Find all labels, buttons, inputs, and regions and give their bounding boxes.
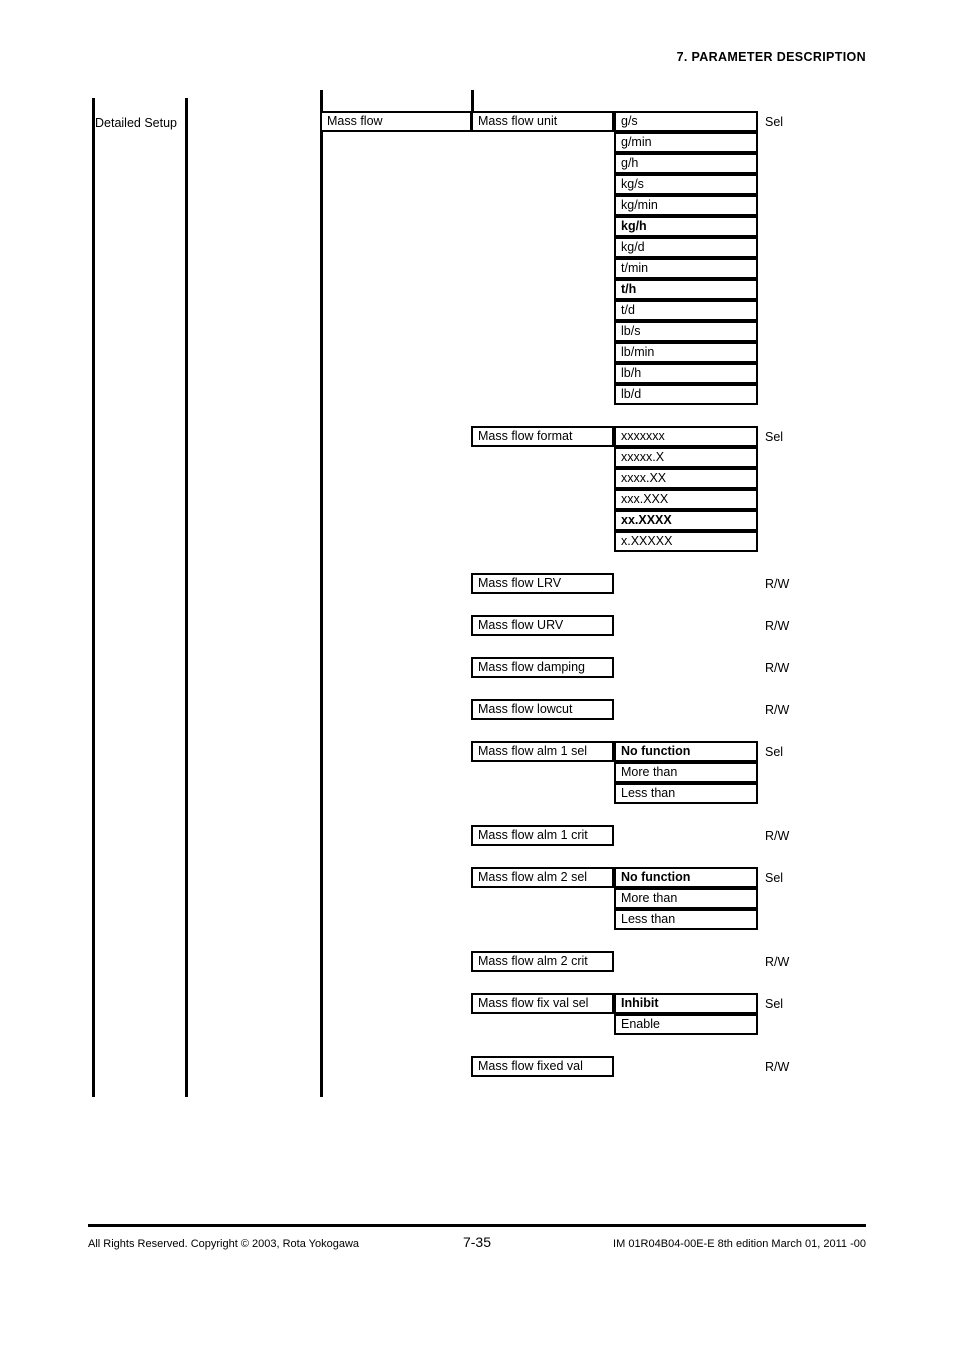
tree-rail-level2	[185, 98, 188, 1097]
access-type-mass-flow-alm-1-sel: Sel	[765, 745, 784, 759]
parameter-name-mass-flow-alm-1-sel: Mass flow alm 1 sel	[471, 741, 614, 762]
parameter-name-mass-flow-lowcut: Mass flow lowcut	[471, 699, 614, 720]
access-type-mass-flow-lrv: R/W	[765, 577, 790, 591]
option-mass-flow-format-xxxx-xx: xxxx.XX	[614, 468, 758, 489]
option-mass-flow-unit-kg-s: kg/s	[614, 174, 758, 195]
option-mass-flow-alm-1-sel-less-than: Less than	[614, 783, 758, 804]
option-mass-flow-unit-kg-h: kg/h	[614, 216, 758, 237]
parameter-name-mass-flow-unit: Mass flow unit	[471, 111, 614, 132]
parameter-name-mass-flow-alm-2-crit: Mass flow alm 2 crit	[471, 951, 614, 972]
option-mass-flow-unit-lb-h: lb/h	[614, 363, 758, 384]
access-type-mass-flow-alm-2-crit: R/W	[765, 955, 790, 969]
option-mass-flow-alm-2-sel-less-than: Less than	[614, 909, 758, 930]
parameter-name-mass-flow-alm-1-crit: Mass flow alm 1 crit	[471, 825, 614, 846]
tree-node-detailed-setup: Detailed Setup	[95, 116, 178, 130]
page-header-section-title: 7. PARAMETER DESCRIPTION	[676, 50, 866, 64]
parameter-name-mass-flow-fixed-val: Mass flow fixed val	[471, 1056, 614, 1077]
option-mass-flow-alm-1-sel-no-function: No function	[614, 741, 758, 762]
parameter-name-mass-flow-fix-val-sel: Mass flow fix val sel	[471, 993, 614, 1014]
parameter-name-mass-flow-lrv: Mass flow LRV	[471, 573, 614, 594]
option-mass-flow-unit-lb-d: lb/d	[614, 384, 758, 405]
option-mass-flow-unit-g-s: g/s	[614, 111, 758, 132]
option-mass-flow-format-x-xxxxx: x.XXXXX	[614, 531, 758, 552]
option-mass-flow-unit-t-min: t/min	[614, 258, 758, 279]
manual-page: 7. PARAMETER DESCRIPTION Detailed Setup …	[0, 0, 954, 1350]
parameter-name-mass-flow-urv: Mass flow URV	[471, 615, 614, 636]
option-mass-flow-unit-t-d: t/d	[614, 300, 758, 321]
option-mass-flow-format-xxx-xxx: xxx.XXX	[614, 489, 758, 510]
option-mass-flow-fix-val-sel-inhibit: Inhibit	[614, 993, 758, 1014]
parameter-name-mass-flow-format: Mass flow format	[471, 426, 614, 447]
tree-rail-level3	[320, 98, 323, 1097]
option-mass-flow-format-xx-xxxx: xx.XXXX	[614, 510, 758, 531]
option-mass-flow-unit-lb-min: lb/min	[614, 342, 758, 363]
access-type-mass-flow-lowcut: R/W	[765, 703, 790, 717]
access-type-mass-flow-damping: R/W	[765, 661, 790, 675]
access-type-mass-flow-format: Sel	[765, 430, 784, 444]
footer-divider	[88, 1224, 866, 1227]
option-mass-flow-unit-g-min: g/min	[614, 132, 758, 153]
option-mass-flow-format-xxxxx-x: xxxxx.X	[614, 447, 758, 468]
option-mass-flow-format-xxxxxxx: xxxxxxx	[614, 426, 758, 447]
access-type-mass-flow-fix-val-sel: Sel	[765, 997, 784, 1011]
access-type-mass-flow-unit: Sel	[765, 115, 784, 129]
option-mass-flow-unit-kg-d: kg/d	[614, 237, 758, 258]
option-mass-flow-fix-val-sel-enable: Enable	[614, 1014, 758, 1035]
parameter-name-mass-flow-alm-2-sel: Mass flow alm 2 sel	[471, 867, 614, 888]
access-type-mass-flow-fixed-val: R/W	[765, 1060, 790, 1074]
tree-stub-level3	[320, 90, 323, 112]
option-mass-flow-unit-lb-s: lb/s	[614, 321, 758, 342]
tree-node-mass-flow: Mass flow	[320, 111, 472, 132]
footer-document-id: IM 01R04B04-00E-E 8th edition March 01, …	[613, 1238, 866, 1250]
option-mass-flow-unit-g-h: g/h	[614, 153, 758, 174]
option-mass-flow-alm-2-sel-more-than: More than	[614, 888, 758, 909]
access-type-mass-flow-alm-2-sel: Sel	[765, 871, 784, 885]
option-mass-flow-alm-2-sel-no-function: No function	[614, 867, 758, 888]
access-type-mass-flow-urv: R/W	[765, 619, 790, 633]
tree-stub-level4	[471, 90, 474, 112]
option-mass-flow-unit-kg-min: kg/min	[614, 195, 758, 216]
option-mass-flow-alm-1-sel-more-than: More than	[614, 762, 758, 783]
tree-rail-level1	[92, 98, 95, 1097]
option-mass-flow-unit-t-h: t/h	[614, 279, 758, 300]
parameter-name-mass-flow-damping: Mass flow damping	[471, 657, 614, 678]
access-type-mass-flow-alm-1-crit: R/W	[765, 829, 790, 843]
